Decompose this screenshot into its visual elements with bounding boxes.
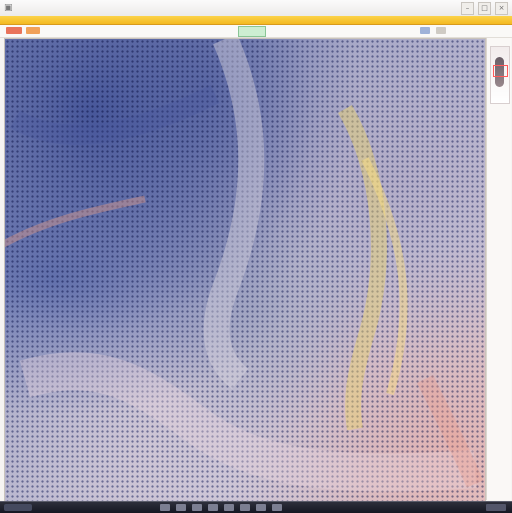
maximize-icon[interactable]: □ — [478, 2, 491, 15]
dense-nuclei-band — [9, 85, 220, 145]
zoom-field[interactable] — [238, 26, 266, 37]
vessel-lumen — [203, 39, 265, 390]
taskbar-item[interactable] — [208, 504, 218, 511]
thumbnail-roi[interactable] — [493, 65, 508, 77]
measure-tool-button[interactable] — [26, 27, 40, 34]
thumbnail-panel — [486, 38, 511, 500]
lower-pale-zone — [19, 352, 477, 492]
window-controls: – □ × — [461, 2, 508, 15]
taskbar-item[interactable] — [224, 504, 234, 511]
taskbar-item[interactable] — [176, 504, 186, 511]
close-icon[interactable]: × — [495, 2, 508, 15]
taskbar-item[interactable] — [160, 504, 170, 511]
slide-viewer[interactable] — [4, 38, 486, 502]
yellow-fiber-bundle — [338, 104, 387, 431]
taskbar-item[interactable] — [240, 504, 250, 511]
annotation-tool-button[interactable] — [6, 27, 22, 34]
taskbar-item[interactable] — [272, 504, 282, 511]
navigate-button[interactable] — [420, 27, 430, 34]
taskbar-item[interactable] — [192, 504, 202, 511]
title-bar: ▣ – □ × — [0, 0, 512, 17]
menu-bar — [0, 16, 512, 25]
toolbar — [0, 25, 512, 38]
taskbar — [0, 501, 512, 513]
stromal-band — [5, 195, 146, 248]
system-clock — [486, 504, 506, 511]
start-button[interactable] — [4, 504, 32, 511]
taskbar-item[interactable] — [256, 504, 266, 511]
app-icon: ▣ — [4, 3, 13, 13]
settings-button[interactable] — [436, 27, 446, 34]
minimize-icon[interactable]: – — [461, 2, 474, 15]
slide-thumbnail[interactable] — [490, 46, 510, 104]
tissue-structures — [5, 39, 484, 492]
